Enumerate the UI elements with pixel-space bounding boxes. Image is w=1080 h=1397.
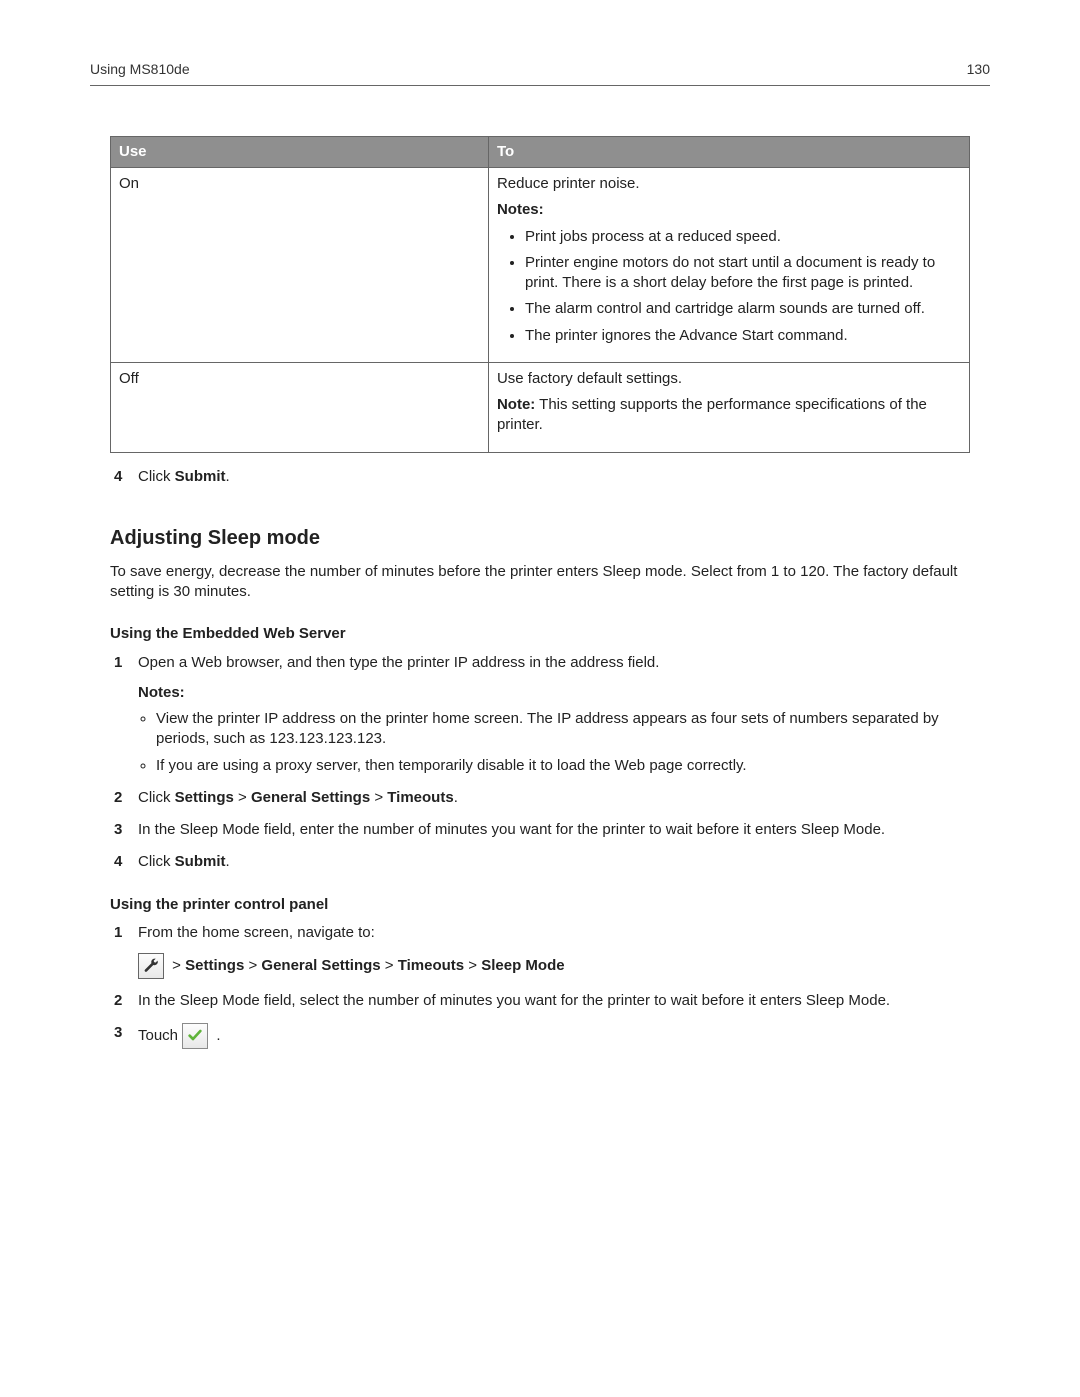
step-item: 3 In the Sleep Mode field, enter the num… bbox=[110, 820, 970, 840]
note-text: This setting supports the performance sp… bbox=[497, 396, 927, 433]
step-number: 1 bbox=[114, 653, 122, 673]
breadcrumb-sep: > bbox=[370, 789, 387, 806]
breadcrumb-sep: > bbox=[381, 957, 398, 974]
subsection-title-web: Using the Embedded Web Server bbox=[110, 624, 970, 644]
step-item: 4 Click Submit. bbox=[110, 467, 970, 487]
step-text: In the Sleep Mode field, enter the numbe… bbox=[138, 821, 885, 838]
step-item: 4 Click Submit. bbox=[110, 852, 970, 872]
breadcrumb-part: General Settings bbox=[251, 789, 370, 806]
document-page: Using MS810de 130 Use To On Reduce print… bbox=[0, 0, 1080, 1397]
header-page-number: 130 bbox=[967, 60, 990, 79]
page-content: Use To On Reduce printer noise. Notes: P… bbox=[90, 136, 990, 1050]
step-number: 2 bbox=[114, 788, 122, 808]
on-summary: Reduce printer noise. bbox=[497, 174, 961, 194]
table-header-to: To bbox=[488, 136, 969, 167]
panel-step-list: 1 From the home screen, navigate to: > S… bbox=[110, 923, 970, 1050]
breadcrumb-sep: > bbox=[464, 957, 481, 974]
step-number: 4 bbox=[114, 852, 122, 872]
step-text-prefix: Touch bbox=[138, 1027, 182, 1044]
cell-to-on: Reduce printer noise. Notes: Print jobs … bbox=[488, 168, 969, 363]
subsection-title-panel: Using the printer control panel bbox=[110, 895, 970, 915]
note-item: Print jobs process at a reduced speed. bbox=[525, 227, 961, 247]
breadcrumb-part: Timeouts bbox=[398, 957, 464, 974]
step-text: From the home screen, navigate to: bbox=[138, 924, 375, 941]
on-notes-list: Print jobs process at a reduced speed. P… bbox=[525, 227, 961, 346]
notes-label: Notes: bbox=[138, 683, 970, 703]
off-summary: Use factory default settings. bbox=[497, 369, 961, 389]
breadcrumb-part: Settings bbox=[175, 789, 234, 806]
step-item: 1 Open a Web browser, and then type the … bbox=[110, 653, 970, 776]
cell-to-off: Use factory default settings. Note: This… bbox=[488, 362, 969, 452]
note-item: Printer engine motors do not start until… bbox=[525, 253, 961, 294]
breadcrumb-sep: > bbox=[244, 957, 261, 974]
note-item: The alarm control and cartridge alarm so… bbox=[525, 299, 961, 319]
note-bold: Note: bbox=[497, 396, 535, 413]
breadcrumb-part: General Settings bbox=[261, 957, 380, 974]
web-step-list: 1 Open a Web browser, and then type the … bbox=[110, 653, 970, 873]
continuation-step-list: 4 Click Submit. bbox=[110, 467, 970, 487]
nav-path: > Settings > General Settings > Timeouts… bbox=[138, 953, 970, 979]
table-row: On Reduce printer noise. Notes: Print jo… bbox=[111, 168, 970, 363]
table-header-use: Use bbox=[111, 136, 489, 167]
wrench-icon bbox=[138, 953, 164, 979]
breadcrumb-part: Timeouts bbox=[387, 789, 453, 806]
step-item: 1 From the home screen, navigate to: > S… bbox=[110, 923, 970, 979]
step-number: 4 bbox=[114, 467, 122, 487]
step-text-suffix: . bbox=[226, 468, 230, 485]
step-text: In the Sleep Mode field, select the numb… bbox=[138, 992, 890, 1009]
step-item: 2 Click Settings > General Settings > Ti… bbox=[110, 788, 970, 808]
check-icon bbox=[182, 1023, 208, 1049]
table-row: Off Use factory default settings. Note: … bbox=[111, 362, 970, 452]
step-text-suffix: . bbox=[212, 1027, 220, 1044]
cell-use-off: Off bbox=[111, 362, 489, 452]
note-item: View the printer IP address on the print… bbox=[156, 709, 970, 750]
step-text: Open a Web browser, and then type the pr… bbox=[138, 654, 659, 671]
step-text-prefix: Click bbox=[138, 789, 175, 806]
off-note: Note: This setting supports the performa… bbox=[497, 395, 961, 436]
step-number: 1 bbox=[114, 923, 122, 943]
step-text-prefix: Click bbox=[138, 468, 175, 485]
sleep-intro: To save energy, decrease the number of m… bbox=[110, 562, 970, 603]
step-text-suffix: . bbox=[454, 789, 458, 806]
step-text-bold: Submit bbox=[175, 468, 226, 485]
note-item: The printer ignores the Advance Start co… bbox=[525, 326, 961, 346]
settings-table: Use To On Reduce printer noise. Notes: P… bbox=[110, 136, 970, 453]
step-number: 2 bbox=[114, 991, 122, 1011]
breadcrumb-sep: > bbox=[234, 789, 251, 806]
step-item: 2 In the Sleep Mode field, select the nu… bbox=[110, 991, 970, 1011]
note-item: If you are using a proxy server, then te… bbox=[156, 756, 970, 776]
step-text-bold: Submit bbox=[175, 853, 226, 870]
step-number: 3 bbox=[114, 820, 122, 840]
step-text-prefix: Click bbox=[138, 853, 175, 870]
page-header: Using MS810de 130 bbox=[90, 60, 990, 86]
section-title-sleep-mode: Adjusting Sleep mode bbox=[110, 525, 970, 552]
step-item: 3 Touch . bbox=[110, 1023, 970, 1049]
step-text-suffix: . bbox=[226, 853, 230, 870]
step-number: 3 bbox=[114, 1023, 122, 1043]
header-section-title: Using MS810de bbox=[90, 60, 190, 79]
breadcrumb-part: Sleep Mode bbox=[481, 957, 564, 974]
breadcrumb-sep: > bbox=[168, 957, 185, 974]
breadcrumb-part: Settings bbox=[185, 957, 244, 974]
web-notes-list: View the printer IP address on the print… bbox=[156, 709, 970, 776]
notes-label: Notes: bbox=[497, 200, 961, 220]
cell-use-on: On bbox=[111, 168, 489, 363]
